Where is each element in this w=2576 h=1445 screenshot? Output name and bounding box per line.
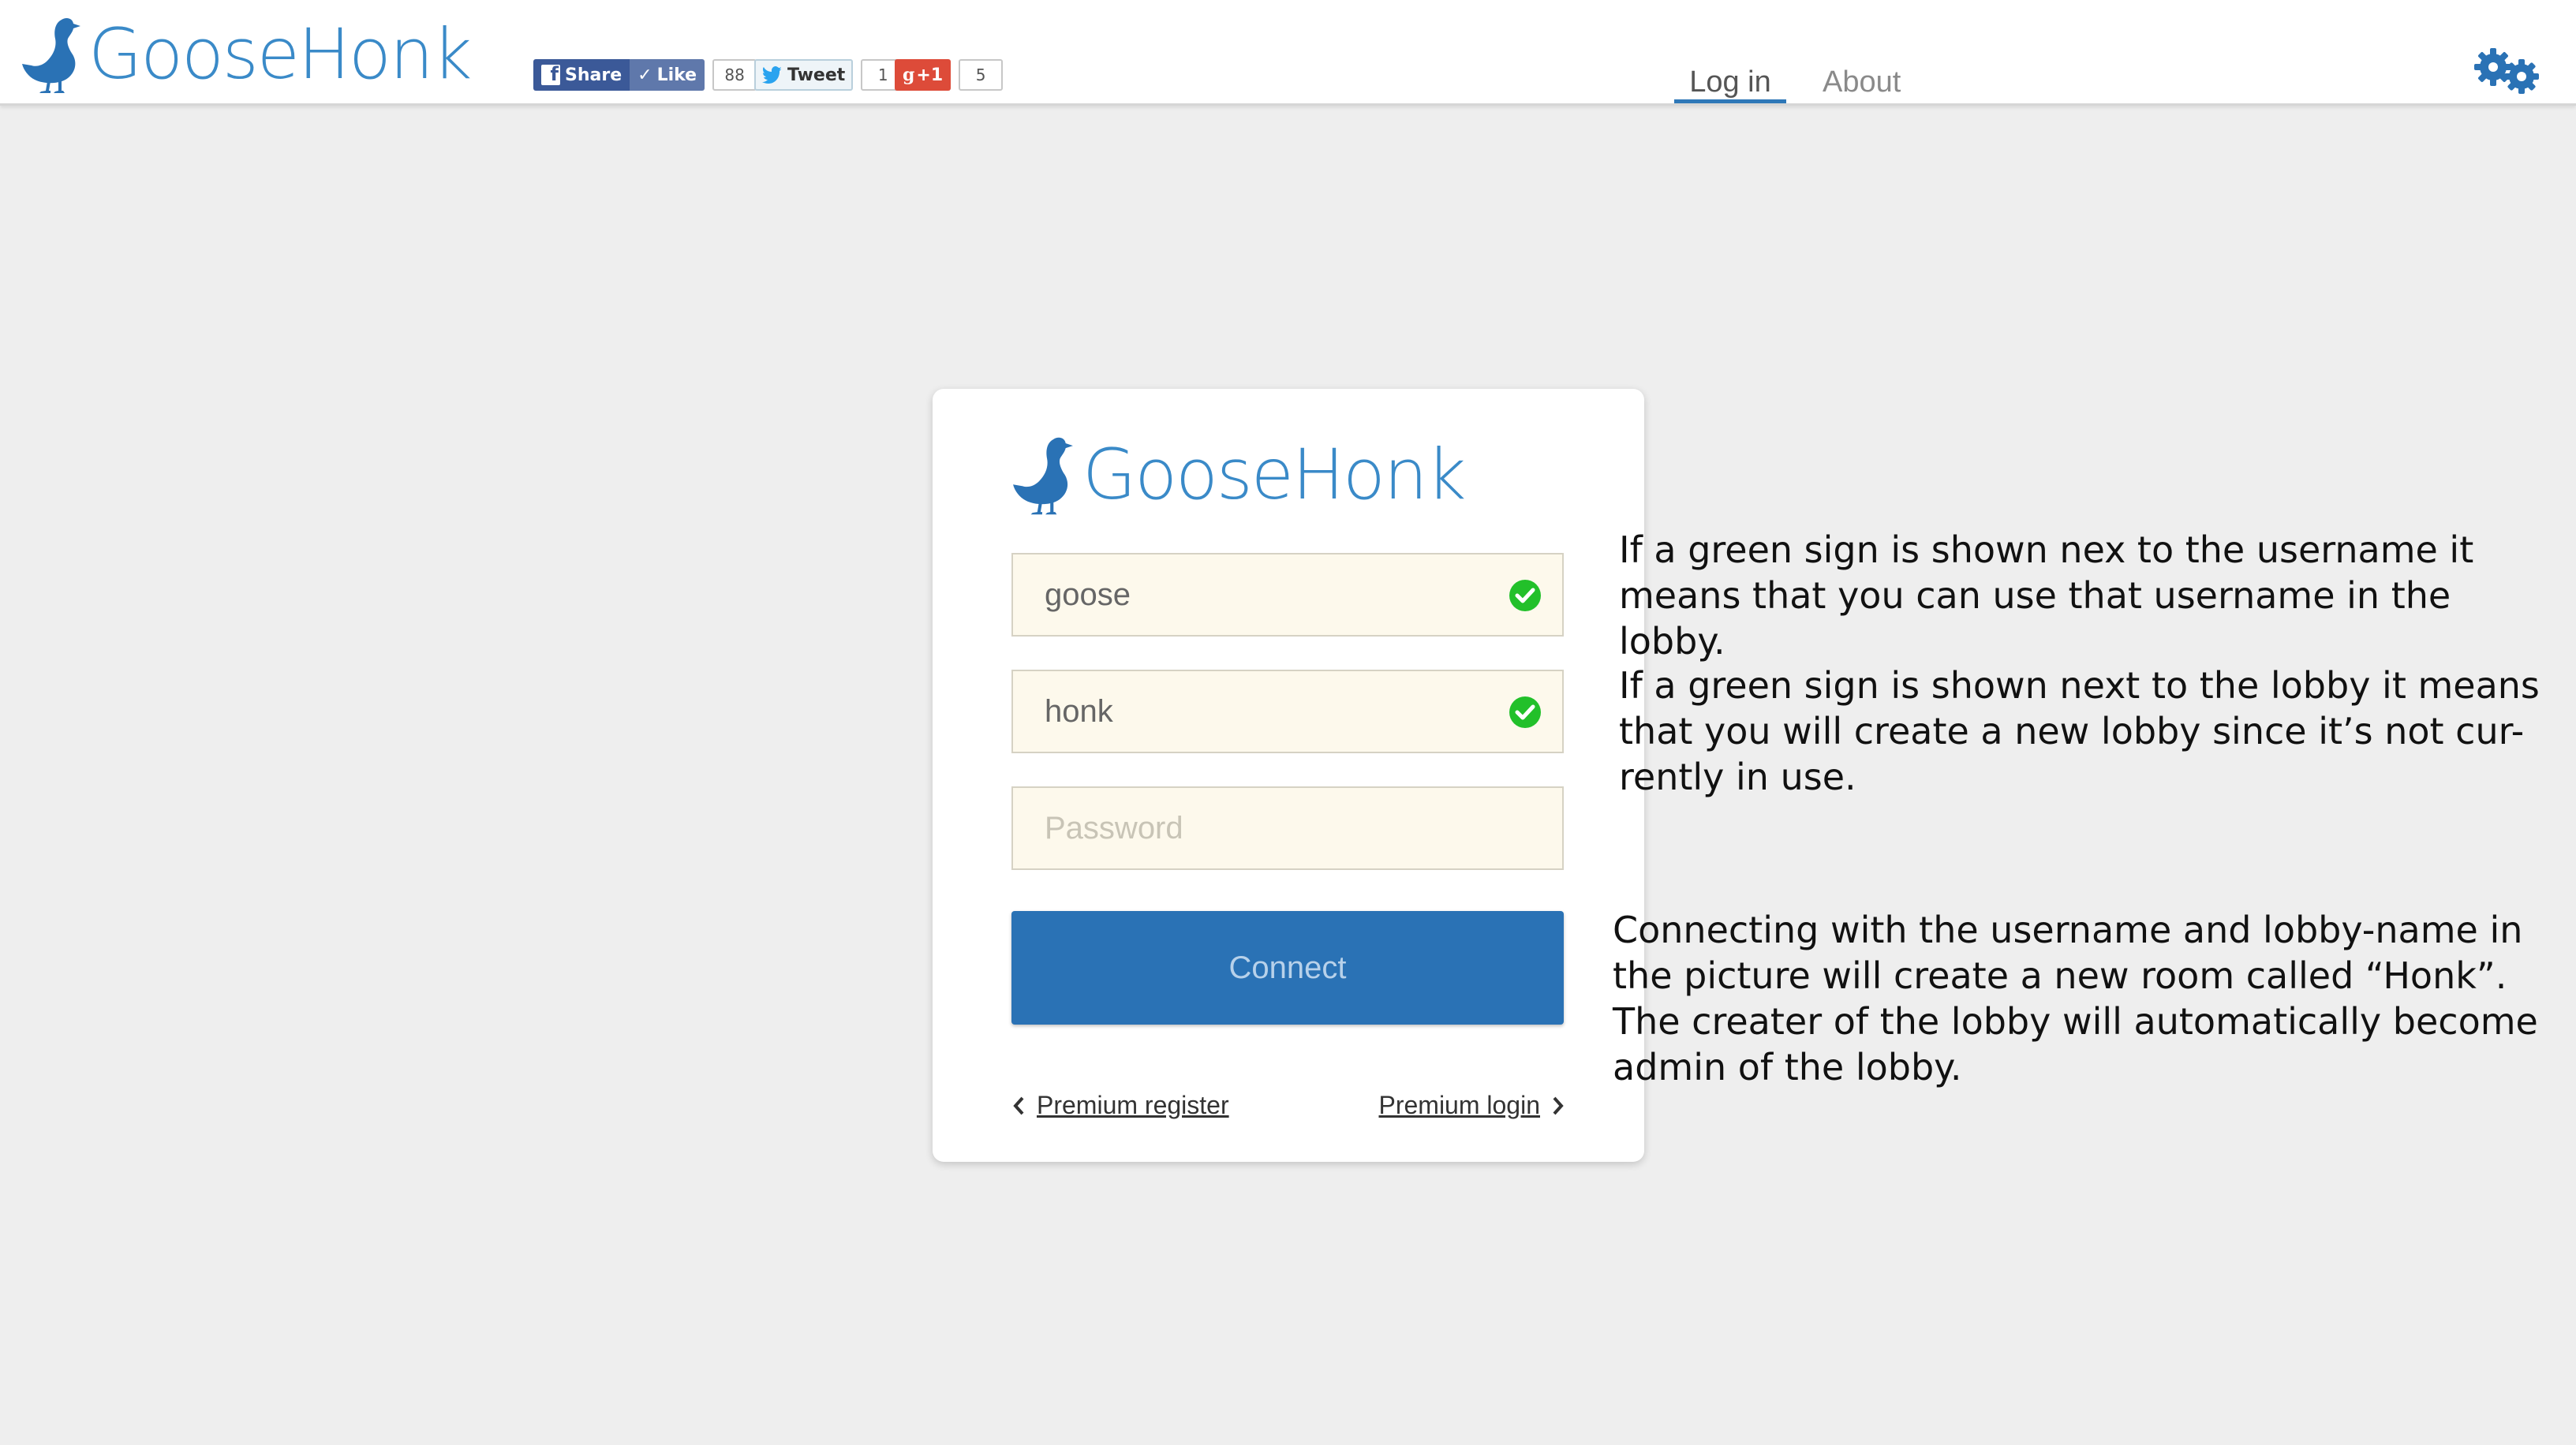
goose-icon (1013, 437, 1073, 515)
facebook-share-label: Share (565, 65, 623, 85)
facebook-share-button[interactable]: f Share (533, 59, 630, 91)
username-input[interactable] (1013, 554, 1562, 635)
gears-icon[interactable] (2469, 43, 2544, 99)
green-check-icon (1509, 580, 1541, 611)
premium-register-label: Premium register (1037, 1091, 1229, 1119)
facebook-like-label: Like (656, 65, 697, 85)
premium-login-link[interactable]: Premium login (1378, 1091, 1565, 1120)
chevron-right-icon (1553, 1096, 1564, 1115)
googleplus-label: +1 (916, 65, 944, 85)
goose-icon (22, 17, 80, 93)
username-field-wrapper (1011, 553, 1564, 637)
green-check-icon (1509, 696, 1541, 728)
facebook-icon: f (541, 63, 560, 85)
facebook-like-button[interactable]: ✓ Like (630, 59, 705, 91)
nav-tab-login[interactable]: Log in (1674, 63, 1786, 101)
googleplus-widget: g +1 5 (895, 59, 1004, 91)
connect-button[interactable]: Connect (1011, 911, 1564, 1025)
googleplus-count: 5 (959, 59, 1004, 91)
googleplus-g-icon: g (903, 65, 915, 85)
password-input[interactable] (1013, 788, 1562, 868)
card-logo-wordmark: GooseHonk (1082, 434, 1467, 515)
top-navbar: GooseHonk f Share ✓ Like 88 Tweet 1 g +1… (0, 0, 2576, 106)
tweet-label: Tweet (787, 65, 846, 85)
login-card: GooseHonk Connect Premium register Premi… (933, 389, 1644, 1162)
googleplus-button[interactable]: g +1 (895, 59, 952, 91)
logo-wordmark: GooseHonk (88, 13, 473, 95)
active-tab-indicator (1674, 99, 1786, 103)
twitter-widget: Tweet 1 (754, 59, 906, 91)
card-logo: GooseHonk (1011, 431, 1467, 518)
checkmark-icon: ✓ (637, 65, 652, 85)
lobby-field-wrapper (1011, 670, 1564, 753)
premium-register-link[interactable]: Premium register (1011, 1091, 1229, 1120)
annotation-username: If a green sign is shown nex to the user… (1619, 528, 2474, 663)
chevron-left-icon (1013, 1096, 1024, 1115)
nav-tab-about[interactable]: About (1823, 63, 1901, 101)
twitter-bird-icon (762, 66, 782, 84)
lobby-input[interactable] (1013, 671, 1562, 752)
facebook-widget: f Share ✓ Like 88 (533, 59, 757, 91)
tweet-button[interactable]: Tweet (754, 59, 854, 91)
facebook-like-count: 88 (712, 59, 757, 91)
premium-login-label: Premium login (1378, 1091, 1540, 1119)
header-logo[interactable]: GooseHonk (21, 11, 473, 98)
annotation-lobby: If a green sign is shown next to the lob… (1619, 664, 2540, 798)
annotation-connect: Connecting with the username and lobby-n… (1613, 909, 2538, 1088)
password-field-wrapper (1011, 786, 1564, 870)
